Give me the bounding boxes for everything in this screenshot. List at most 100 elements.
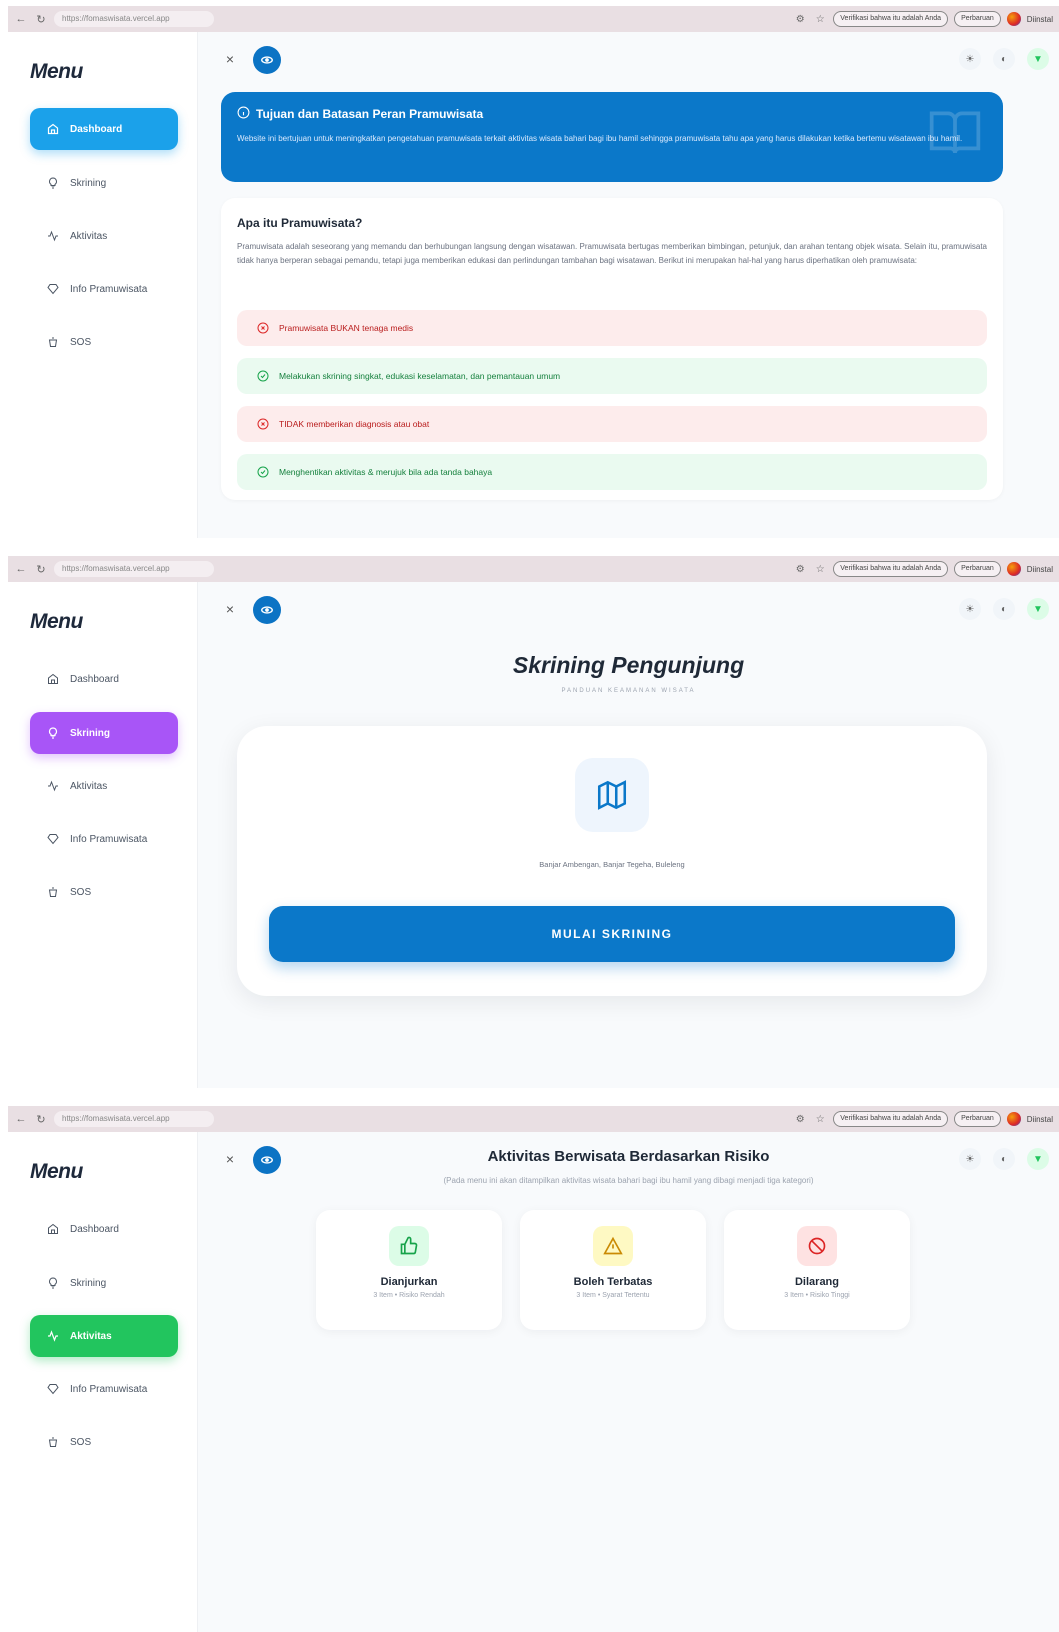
wifi-icon[interactable]: ▼ xyxy=(1027,598,1049,620)
sidebar-item-label: Info Pramuwisata xyxy=(70,283,148,295)
back-icon[interactable]: ← xyxy=(14,563,28,575)
language-icon[interactable]: ☀ xyxy=(959,48,981,70)
profile-label: Diinstal xyxy=(1026,14,1053,24)
reload-icon[interactable]: ↻ xyxy=(34,563,48,576)
home-icon xyxy=(46,672,60,686)
sos-icon xyxy=(46,335,60,349)
bookmark-icon[interactable]: ☆ xyxy=(813,564,827,575)
extension-icon[interactable]: ⚙ xyxy=(793,14,807,25)
reload-icon[interactable]: ↻ xyxy=(34,13,48,26)
bookmark-icon[interactable]: ☆ xyxy=(813,1114,827,1125)
browser-bar: ← ↻ https://fomaswisata.vercel.app ⚙ ☆ V… xyxy=(8,6,1059,32)
address-bar[interactable]: https://fomaswisata.vercel.app xyxy=(54,1111,214,1127)
update-pill[interactable]: Perbaruan xyxy=(954,1111,1001,1127)
category-meta: 3 Item • Syarat Tertentu xyxy=(576,1292,650,1299)
page-subtitle: (Pada menu ini akan ditampilkan aktivita… xyxy=(443,1176,814,1185)
app-logo-button[interactable] xyxy=(253,596,281,624)
rule-text: Melakukan skrining singkat, edukasi kese… xyxy=(279,371,561,381)
sidebar-item-label: Aktivitas xyxy=(70,780,108,792)
profile-label: Diinstal xyxy=(1026,1114,1053,1124)
profile-avatar[interactable] xyxy=(1006,562,1021,576)
browser-bar: ← ↻ https://fomaswisata.vercel.app ⚙ ☆ V… xyxy=(8,1106,1059,1132)
sidebar-item-label: Dashboard xyxy=(70,123,123,135)
sidebar-title: Menu xyxy=(30,610,83,633)
page-title: Skrining Pengunjung xyxy=(512,652,745,678)
screenshot-dashboard: ← ↻ https://fomaswisata.vercel.app ⚙ ☆ V… xyxy=(8,6,1059,538)
sidebar-item-sos[interactable]: SOS xyxy=(30,321,178,363)
check-circle-icon xyxy=(257,370,269,382)
back-icon[interactable]: ← xyxy=(14,1113,28,1125)
sidebar-item-aktivitas[interactable]: Aktivitas xyxy=(30,1315,178,1357)
category-meta: 3 Item • Risiko Rendah xyxy=(373,1292,445,1299)
page-title: Aktivitas Berwisata Berdasarkan Risiko xyxy=(487,1148,770,1165)
close-icon[interactable]: × xyxy=(220,44,240,74)
language-icon[interactable]: ☀ xyxy=(959,598,981,620)
sidebar-item-dashboard[interactable]: Dashboard xyxy=(30,658,178,700)
banner-description: Website ini bertujuan untuk meningkatkan… xyxy=(237,134,963,143)
info-icon xyxy=(237,106,250,122)
verify-pill[interactable]: Verifikasi bahwa itu adalah Anda xyxy=(833,1111,949,1127)
sidebar-item-label: Skrining xyxy=(70,727,111,739)
banner-title: Tujuan dan Batasan Peran Pramuwisata xyxy=(256,107,484,121)
sidebar-item-skrining[interactable]: Skrining xyxy=(30,162,178,204)
purpose-banner: Tujuan dan Batasan Peran Pramuwisata Web… xyxy=(221,92,1003,182)
category-card-dilarang[interactable]: Dilarang 3 Item • Risiko Tinggi xyxy=(724,1210,910,1330)
thumbs-up-icon xyxy=(389,1226,429,1266)
sidebar: Menu Dashboard Skrining Aktivitas Info P… xyxy=(8,1132,198,1632)
address-bar[interactable]: https://fomaswisata.vercel.app xyxy=(54,11,214,27)
sidebar-item-dashboard[interactable]: Dashboard xyxy=(30,108,178,150)
about-pramuwisata-card: Apa itu Pramuwisata? Pramuwisata adalah … xyxy=(221,198,1003,500)
sidebar-item-label: Aktivitas xyxy=(70,230,108,242)
sidebar: Menu Dashboard Skrining Aktivitas Info P… xyxy=(8,582,198,1088)
sos-icon xyxy=(46,885,60,899)
profile-avatar[interactable] xyxy=(1006,1112,1021,1126)
update-pill[interactable]: Perbaruan xyxy=(954,11,1001,27)
sidebar-item-skrining[interactable]: Skrining xyxy=(30,712,178,754)
x-circle-icon xyxy=(257,418,269,430)
profile-label: Diinstal xyxy=(1026,564,1053,574)
category-card-dianjurkan[interactable]: Dianjurkan 3 Item • Risiko Rendah xyxy=(316,1210,502,1330)
diamond-icon xyxy=(46,282,60,296)
rule-item: Melakukan skrining singkat, edukasi kese… xyxy=(237,358,987,394)
close-icon[interactable]: × xyxy=(220,594,240,624)
sidebar-item-label: Info Pramuwisata xyxy=(70,1383,148,1395)
sidebar-item-aktivitas[interactable]: Aktivitas xyxy=(30,765,178,807)
theme-icon[interactable]: ◐ xyxy=(993,598,1015,620)
theme-icon[interactable]: ◐ xyxy=(993,48,1015,70)
sidebar-item-sos[interactable]: SOS xyxy=(30,871,178,913)
category-name: Boleh Terbatas xyxy=(573,1276,653,1288)
sidebar-item-sos[interactable]: SOS xyxy=(30,1421,178,1463)
bulb-icon xyxy=(46,176,60,190)
sidebar-item-dashboard[interactable]: Dashboard xyxy=(30,1208,178,1250)
reload-icon[interactable]: ↻ xyxy=(34,1113,48,1126)
card-description: Pramuwisata adalah seseorang yang memand… xyxy=(237,242,987,265)
extension-icon[interactable]: ⚙ xyxy=(793,1114,807,1125)
category-card-boleh-terbatas[interactable]: Boleh Terbatas 3 Item • Syarat Tertentu xyxy=(520,1210,706,1330)
wifi-icon[interactable]: ▼ xyxy=(1027,48,1049,70)
rule-item: Menghentikan aktivitas & merujuk bila ad… xyxy=(237,454,987,490)
sos-icon xyxy=(46,1435,60,1449)
profile-avatar[interactable] xyxy=(1006,12,1021,26)
sidebar-item-info-pramuwisata[interactable]: Info Pramuwisata xyxy=(30,1368,178,1410)
card-title: Apa itu Pramuwisata? xyxy=(237,216,363,230)
verify-pill[interactable]: Verifikasi bahwa itu adalah Anda xyxy=(833,561,949,577)
category-meta: 3 Item • Risiko Tinggi xyxy=(784,1292,850,1299)
address-bar[interactable]: https://fomaswisata.vercel.app xyxy=(54,561,214,577)
app-logo-button[interactable] xyxy=(253,46,281,74)
bulb-icon xyxy=(46,1276,60,1290)
start-screening-button[interactable]: MULAI SKRINING xyxy=(269,906,955,962)
update-pill[interactable]: Perbaruan xyxy=(954,561,1001,577)
verify-pill[interactable]: Verifikasi bahwa itu adalah Anda xyxy=(833,11,949,27)
extension-icon[interactable]: ⚙ xyxy=(793,564,807,575)
bookmark-icon[interactable]: ☆ xyxy=(813,14,827,25)
rule-item: Pramuwisata BUKAN tenaga medis xyxy=(237,310,987,346)
sidebar-item-skrining[interactable]: Skrining xyxy=(30,1262,178,1304)
diamond-icon xyxy=(46,1382,60,1396)
back-icon[interactable]: ← xyxy=(14,13,28,25)
sidebar-item-info-pramuwisata[interactable]: Info Pramuwisata xyxy=(30,818,178,860)
activity-icon xyxy=(46,1329,60,1343)
category-name: Dianjurkan xyxy=(380,1276,438,1288)
activity-icon xyxy=(46,779,60,793)
sidebar-item-info-pramuwisata[interactable]: Info Pramuwisata xyxy=(30,268,178,310)
sidebar-item-aktivitas[interactable]: Aktivitas xyxy=(30,215,178,257)
